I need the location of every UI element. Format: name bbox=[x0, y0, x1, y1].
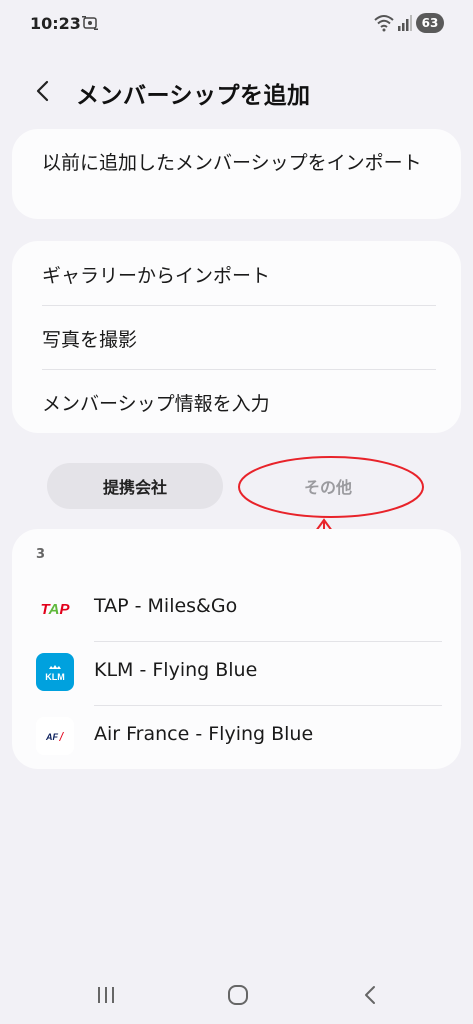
list-item-klm[interactable]: KLM KLM - Flying Blue bbox=[12, 641, 461, 705]
list-item-label: KLM - Flying Blue bbox=[94, 659, 258, 681]
import-options-card: ギャラリーからインポート 写真を撮影 メンバーシップ情報を入力 bbox=[12, 241, 461, 433]
page-title: メンバーシップを追加 bbox=[76, 83, 311, 109]
import-previous-card[interactable]: 以前に追加したメンバーシップをインポート bbox=[12, 129, 461, 219]
enter-membership-info-button[interactable]: メンバーシップ情報を入力 bbox=[12, 369, 461, 433]
signal-icon bbox=[398, 15, 412, 31]
tap-logo-icon: TAP bbox=[36, 589, 74, 627]
membership-list-card: 3 TAP TAP - Miles&Go KLM KLM - Flying Bl… bbox=[12, 529, 461, 769]
recents-icon[interactable] bbox=[93, 982, 119, 1008]
air-france-logo-icon: AF bbox=[36, 717, 74, 755]
list-item-air-france[interactable]: AF Air France - Flying Blue bbox=[12, 705, 461, 769]
back-icon[interactable] bbox=[358, 982, 384, 1008]
tab-other[interactable]: その他 bbox=[250, 463, 406, 509]
navigation-bar bbox=[0, 970, 473, 1024]
tab-partners[interactable]: 提携会社 bbox=[47, 463, 223, 509]
import-previous-label: 以前に追加したメンバーシップをインポート bbox=[42, 152, 422, 174]
option-label: 写真を撮影 bbox=[42, 329, 138, 351]
list-item-label: Air France - Flying Blue bbox=[94, 723, 314, 745]
svg-text:AF: AF bbox=[45, 732, 58, 742]
svg-text:KLM: KLM bbox=[45, 672, 65, 682]
list-item-label: TAP - Miles&Go bbox=[94, 595, 238, 617]
wifi-icon bbox=[374, 15, 394, 32]
klm-logo-icon: KLM bbox=[36, 653, 74, 691]
chevron-left-icon[interactable] bbox=[28, 76, 58, 106]
list-count: 3 bbox=[36, 547, 46, 562]
list-item-tap[interactable]: TAP TAP - Miles&Go bbox=[12, 577, 461, 641]
import-from-gallery-button[interactable]: ギャラリーからインポート bbox=[12, 241, 461, 305]
take-photo-button[interactable]: 写真を撮影 bbox=[12, 305, 461, 369]
option-label: メンバーシップ情報を入力 bbox=[42, 393, 270, 415]
header: メンバーシップを追加 bbox=[0, 66, 473, 118]
status-bar: 10:23 63 bbox=[0, 0, 473, 52]
option-label: ギャラリーからインポート bbox=[42, 265, 271, 287]
status-time: 10:23 bbox=[30, 14, 81, 33]
screen-cast-icon bbox=[82, 16, 98, 30]
svg-text:TAP: TAP bbox=[41, 601, 71, 618]
battery-indicator: 63 bbox=[416, 13, 444, 33]
home-icon[interactable] bbox=[225, 982, 251, 1008]
